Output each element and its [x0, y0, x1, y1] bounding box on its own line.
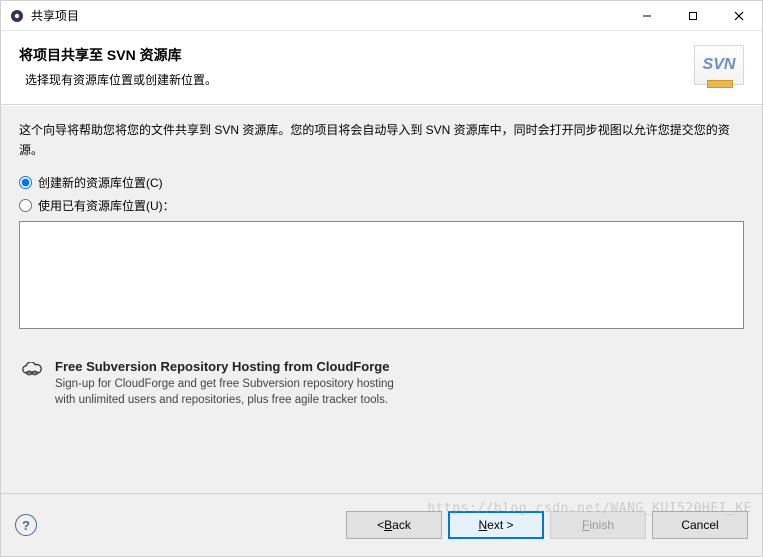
promo-line1: Sign-up for CloudForge and get free Subv…	[55, 376, 394, 392]
promo-line2: with unlimited users and repositories, p…	[55, 392, 394, 408]
radio-use-existing-input[interactable]	[19, 199, 32, 212]
window-title: 共享项目	[31, 7, 79, 24]
radio-create-new-input[interactable]	[19, 176, 32, 189]
cloudforge-promo: Free Subversion Repository Hosting from …	[19, 355, 744, 412]
finish-mnemonic: F	[582, 518, 589, 532]
minimize-button[interactable]	[624, 1, 670, 30]
radio-use-existing[interactable]: 使用已有资源库位置(U)：	[19, 197, 744, 214]
app-icon	[9, 8, 25, 24]
promo-title: Free Subversion Repository Hosting from …	[55, 359, 394, 374]
svn-logo-icon: SVN	[694, 45, 744, 85]
next-rest: ext >	[487, 518, 513, 532]
window-controls	[624, 1, 762, 30]
radio-use-existing-label[interactable]: 使用已有资源库位置(U)：	[38, 197, 175, 214]
cloud-link-icon	[21, 362, 43, 378]
help-button[interactable]: ?	[15, 514, 37, 536]
cancel-button[interactable]: Cancel	[652, 511, 748, 539]
back-mnemonic: B	[384, 518, 392, 532]
back-rest: ack	[392, 518, 411, 532]
back-prefix: <	[377, 518, 384, 532]
description-text: 这个向导将帮助您将您的文件共享到 SVN 资源库。您的项目将会自动导入到 SVN…	[19, 120, 744, 161]
page-subtitle: 选择现有资源库位置或创建新位置。	[25, 71, 694, 88]
finish-button: Finish	[550, 511, 646, 539]
titlebar: 共享项目	[1, 1, 762, 31]
finish-rest: inish	[589, 518, 614, 532]
close-button[interactable]	[716, 1, 762, 30]
back-button[interactable]: < Back	[346, 511, 442, 539]
next-button[interactable]: Next >	[448, 511, 544, 539]
wizard-footer: ? < Back Next > Finish Cancel	[1, 494, 762, 556]
page-title: 将项目共享至 SVN 资源库	[19, 45, 694, 65]
maximize-button[interactable]	[670, 1, 716, 30]
repository-listbox[interactable]	[19, 221, 744, 329]
radio-create-new[interactable]: 创建新的资源库位置(C)	[19, 174, 744, 191]
radio-create-new-label[interactable]: 创建新的资源库位置(C)	[38, 174, 163, 191]
wizard-header: 将项目共享至 SVN 资源库 选择现有资源库位置或创建新位置。 SVN	[1, 31, 762, 105]
wizard-content: 这个向导将帮助您将您的文件共享到 SVN 资源库。您的项目将会自动导入到 SVN…	[1, 105, 762, 493]
next-mnemonic: N	[478, 518, 487, 532]
